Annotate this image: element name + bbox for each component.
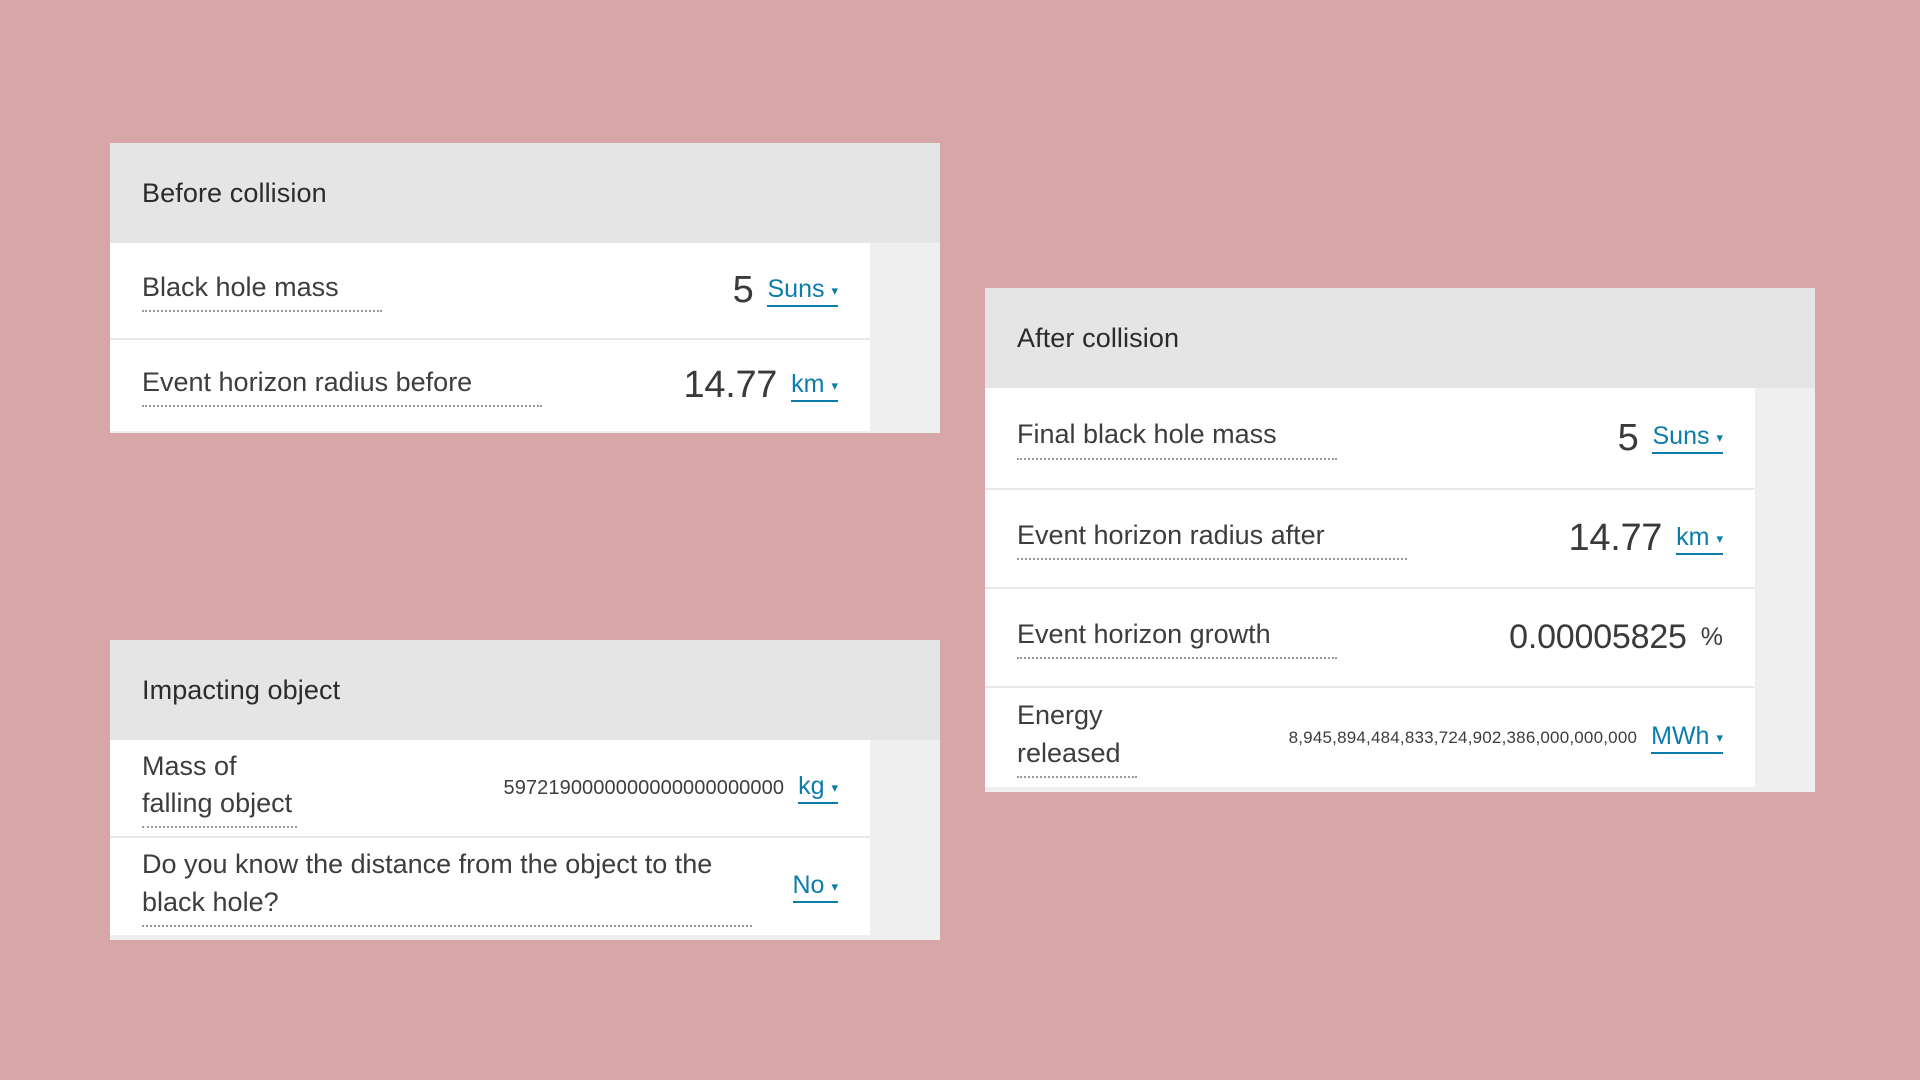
card-after-collision: After collision Final black hole mass 5 … (985, 288, 1815, 792)
row-value-group: 14.77 km ▾ (1407, 517, 1723, 560)
row-value: 0.00005825 (1509, 618, 1687, 656)
row-value: 5 (1617, 416, 1639, 459)
row-label: Energy released (1017, 697, 1137, 778)
chevron-down-icon: ▾ (831, 780, 838, 795)
unit-selector-kg[interactable]: kg ▾ (798, 772, 838, 804)
row-label: Event horizon radius before (142, 364, 542, 408)
card-body-impacting-object: Mass of falling object 59721900000000000… (110, 740, 940, 935)
chevron-down-icon: ▾ (831, 282, 838, 298)
row-mass-of-falling-object: Mass of falling object 59721900000000000… (110, 740, 870, 836)
card-body-before-collision: Black hole mass 5 Suns ▾ Event horizon r… (110, 243, 940, 431)
unit-label: No (792, 870, 825, 899)
row-black-hole-mass: Black hole mass 5 Suns ▾ (110, 243, 870, 338)
row-value-group: No ▾ (752, 871, 838, 903)
row-value-group: 5972190000000000000000000 kg ▾ (297, 772, 838, 804)
unit-selector-suns[interactable]: Suns ▾ (1652, 422, 1723, 454)
card-before-collision: Before collision Black hole mass 5 Suns … (110, 143, 940, 433)
row-value-group: 8,945,894,484,833,724,902,386,000,000,00… (1137, 722, 1723, 754)
unit-label: km (1676, 522, 1710, 551)
unit-selector-distance-known[interactable]: No ▾ (792, 870, 838, 903)
unit-selector-km[interactable]: km ▾ (791, 370, 838, 402)
row-value: 5 (732, 269, 754, 311)
row-value: 14.77 (1568, 517, 1663, 559)
row-label: Event horizon radius after (1017, 517, 1407, 561)
row-value: 5972190000000000000000000 (503, 776, 785, 799)
unit-label: km (791, 369, 825, 398)
row-value-group: 0.00005825 % (1337, 618, 1723, 657)
row-label: Do you know the distance from the object… (142, 846, 752, 927)
chevron-down-icon: ▾ (1716, 430, 1723, 445)
chevron-down-icon: ▾ (831, 377, 838, 393)
card-title: After collision (1017, 322, 1180, 353)
row-value: 8,945,894,484,833,724,902,386,000,000,00… (1288, 727, 1638, 747)
unit-selector-km[interactable]: km ▾ (1676, 523, 1723, 555)
calculator-page: Before collision Black hole mass 5 Suns … (0, 0, 1920, 1080)
row-label: Black hole mass (142, 269, 382, 313)
row-event-horizon-growth: Event horizon growth 0.00005825 % (985, 587, 1755, 686)
unit-label: Suns (767, 274, 825, 303)
card-header-before-collision: Before collision (110, 143, 940, 243)
row-event-horizon-radius-before: Event horizon radius before 14.77 km ▾ (110, 338, 870, 431)
row-value-group: 5 Suns ▾ (382, 269, 838, 312)
row-energy-released: Energy released 8,945,894,484,833,724,90… (985, 686, 1755, 787)
unit-selector-mwh[interactable]: MWh ▾ (1651, 722, 1723, 754)
card-header-impacting-object: Impacting object (110, 640, 940, 740)
row-label: Final black hole mass (1017, 416, 1337, 460)
unit-selector-suns[interactable]: Suns ▾ (767, 275, 838, 307)
unit-label: kg (798, 772, 825, 800)
card-title: Impacting object (142, 674, 341, 705)
card-body-after-collision: Final black hole mass 5 Suns ▾ Event hor… (985, 388, 1815, 787)
chevron-down-icon: ▾ (1716, 530, 1723, 546)
chevron-down-icon: ▾ (1716, 729, 1723, 745)
unit-label: MWh (1651, 721, 1710, 750)
card-impacting-object: Impacting object Mass of falling object … (110, 640, 940, 940)
row-final-black-hole-mass: Final black hole mass 5 Suns ▾ (985, 388, 1755, 488)
row-know-distance-question: Do you know the distance from the object… (110, 836, 870, 935)
card-header-after-collision: After collision (985, 288, 1815, 388)
card-title: Before collision (142, 177, 327, 208)
chevron-down-icon: ▾ (831, 878, 838, 894)
row-value: 14.77 (683, 364, 778, 406)
row-label: Mass of falling object (142, 748, 297, 829)
unit-label-percent: % (1700, 623, 1723, 651)
unit-label: Suns (1652, 422, 1710, 450)
row-value-group: 14.77 km ▾ (542, 364, 838, 407)
row-event-horizon-radius-after: Event horizon radius after 14.77 km ▾ (985, 488, 1755, 587)
row-label: Event horizon growth (1017, 616, 1337, 660)
row-value-group: 5 Suns ▾ (1337, 417, 1723, 460)
